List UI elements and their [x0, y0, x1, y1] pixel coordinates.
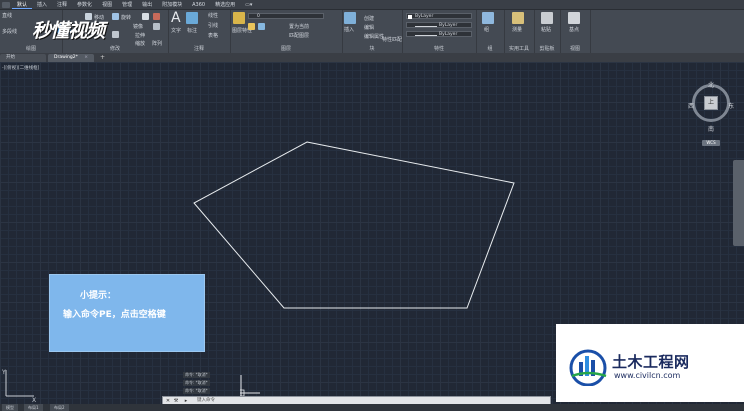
ucs-y-label: Y	[2, 369, 6, 376]
history-line: 命令: *取消*	[183, 388, 210, 394]
watermark-logo-right: 土木工程网 www.civilcn.com	[556, 324, 744, 402]
status-bar: 模型 布局1 布局2	[0, 404, 744, 411]
compass-east[interactable]: 东	[728, 101, 734, 110]
layout-tab-2[interactable]: 布局2	[50, 404, 69, 411]
watermark-right-name: 土木工程网	[612, 353, 690, 371]
tip-box: 小提示： 输入命令PE，点击空格键	[49, 274, 205, 352]
command-history: 命令: *取消* 命令: *取消* 命令: *取消*	[183, 372, 210, 396]
ucs-x-label: X	[32, 397, 36, 404]
layout-tab-model[interactable]: 模型	[2, 404, 18, 411]
viewcube-face[interactable]: 上	[704, 96, 718, 110]
building-logo-icon	[569, 349, 607, 386]
viewcube[interactable]: 上 北 南 西 东 WCS	[688, 80, 734, 146]
history-line: 命令: *取消*	[183, 380, 210, 386]
history-line: 命令: *取消*	[183, 372, 210, 378]
watermark-right-url: www.civilcn.com	[614, 371, 681, 380]
ucs-icon: Y X	[2, 369, 36, 404]
navigation-bar[interactable]	[733, 160, 744, 246]
wcs-menu[interactable]: WCS	[702, 140, 720, 146]
compass-west[interactable]: 西	[688, 101, 694, 110]
compass-south[interactable]: 南	[708, 124, 714, 133]
tip-body: 输入命令PE，点击空格键	[63, 310, 166, 320]
compass-north[interactable]: 北	[708, 80, 714, 89]
tip-title: 小提示：	[80, 291, 117, 301]
layout-tab-1[interactable]: 布局1	[24, 404, 43, 411]
